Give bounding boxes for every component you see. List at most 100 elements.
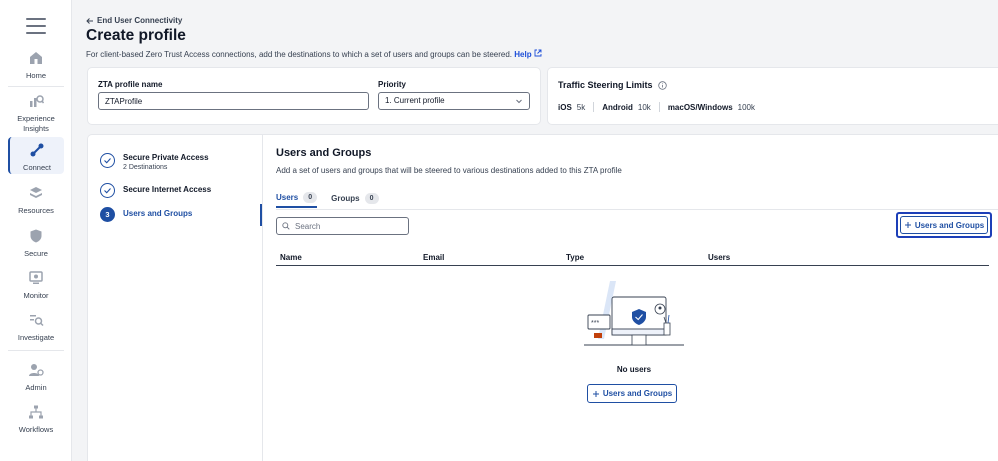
admin-icon xyxy=(29,364,44,376)
search-box xyxy=(276,217,409,235)
limit-value-ios: 5k xyxy=(576,102,586,112)
wizard-stepper: Secure Private Access 2 Destinations Sec… xyxy=(88,135,263,461)
section-subtitle: Add a set of users and groups that will … xyxy=(276,166,622,175)
arrow-left-icon xyxy=(86,17,93,24)
step-title: Users and Groups xyxy=(123,209,193,218)
traffic-steering-title-text: Traffic Steering Limits xyxy=(558,80,653,90)
nav-item-monitor[interactable]: Monitor xyxy=(8,270,64,301)
monitor-icon xyxy=(29,271,43,284)
count-badge: 0 xyxy=(303,192,318,203)
help-link[interactable]: Help xyxy=(514,49,542,59)
nav-label-home: Home xyxy=(25,71,46,80)
breadcrumb-back-link[interactable]: End User Connectivity xyxy=(86,16,182,25)
limit-value-android: 10k xyxy=(637,102,651,112)
limit-os-android: Android xyxy=(602,102,633,112)
column-header-name: Name xyxy=(280,253,302,262)
hamburger-menu-icon[interactable] xyxy=(26,18,46,34)
svg-text:***: *** xyxy=(591,320,599,327)
nav-item-secure[interactable]: Secure xyxy=(8,228,64,259)
resources-icon xyxy=(30,187,42,198)
subtitle-text: For client-based Zero Trust Access conne… xyxy=(86,50,513,59)
investigate-icon xyxy=(30,315,44,327)
step-title: Secure Private Access xyxy=(123,153,209,162)
add-users-groups-button[interactable]: Users and Groups xyxy=(900,216,988,234)
tab-label: Users xyxy=(276,193,299,202)
profile-name-input[interactable] xyxy=(98,92,369,110)
limit-value-macos-windows: 100k xyxy=(737,102,755,112)
nav-item-experience-insights[interactable]: Experience Insights xyxy=(8,93,64,134)
step-secure-private-access[interactable]: Secure Private Access 2 Destinations xyxy=(100,153,209,172)
nav-label-admin: Admin xyxy=(25,383,47,392)
step-complete-check-icon xyxy=(100,153,115,168)
step-number-badge: 3 xyxy=(100,207,115,222)
wizard-card: Secure Private Access 2 Destinations Sec… xyxy=(87,134,998,461)
external-link-icon xyxy=(534,49,542,57)
traffic-steering-title: Traffic Steering Limits xyxy=(558,80,667,90)
priority-label: Priority xyxy=(378,80,407,89)
nav-label-investigate: Investigate xyxy=(17,333,55,342)
workflows-icon xyxy=(29,405,43,419)
plus-icon xyxy=(592,390,599,397)
section-title: Users and Groups xyxy=(276,147,372,159)
active-step-indicator xyxy=(260,204,262,226)
step-complete-check-icon xyxy=(100,183,115,198)
add-users-groups-focus-outline: Users and Groups xyxy=(896,212,992,238)
priority-selected-value: 1. Current profile xyxy=(385,96,445,105)
nav-item-resources[interactable]: Resources xyxy=(8,185,64,216)
step-title: Secure Internet Access xyxy=(123,185,212,194)
limit-divider xyxy=(593,102,595,112)
traffic-limits-row: iOS 5k Android 10k macOS/Windows 100k xyxy=(558,102,755,112)
nav-label-connect: Connect xyxy=(23,163,51,172)
chevron-down-icon xyxy=(516,99,522,104)
info-icon[interactable] xyxy=(657,80,667,90)
nav-item-workflows[interactable]: Workflows xyxy=(8,404,64,435)
count-badge: 0 xyxy=(364,193,379,204)
users-groups-tabs: Users 0 Groups 0 xyxy=(276,192,379,208)
priority-select[interactable]: 1. Current profile xyxy=(378,92,530,110)
nav-label-secure: Secure xyxy=(24,249,48,258)
limit-os-ios: iOS xyxy=(558,102,572,112)
empty-state-add-users-groups-button[interactable]: Users and Groups xyxy=(587,384,677,403)
search-icon xyxy=(282,222,290,230)
tabs-divider xyxy=(276,209,998,210)
breadcrumb-label: End User Connectivity xyxy=(97,16,183,25)
column-header-email: Email xyxy=(423,253,445,262)
limit-os-macos-windows: macOS/Windows xyxy=(667,102,733,112)
connect-icon xyxy=(30,143,44,157)
page-subtitle: For client-based Zero Trust Access conne… xyxy=(86,49,542,59)
empty-state-message: No users xyxy=(616,365,652,374)
nav-divider xyxy=(8,86,64,87)
nav-divider xyxy=(8,350,64,351)
step-secure-internet-access[interactable]: Secure Internet Access xyxy=(100,183,211,198)
tab-groups[interactable]: Groups 0 xyxy=(331,192,379,208)
step-subtitle: 2 Destinations xyxy=(123,164,168,171)
column-header-type: Type xyxy=(566,253,585,262)
button-label: Users and Groups xyxy=(602,389,673,398)
column-header-users: Users xyxy=(708,253,731,262)
nav-label-resources: Resources xyxy=(18,206,54,215)
nav-item-connect[interactable]: Connect xyxy=(8,137,64,174)
traffic-steering-card: Traffic Steering Limits iOS 5k Android 1… xyxy=(547,67,998,125)
limit-divider xyxy=(658,102,660,112)
nav-item-home[interactable]: Home xyxy=(8,50,64,81)
profile-name-label: ZTA profile name xyxy=(98,80,163,89)
search-input[interactable] xyxy=(295,221,395,231)
left-nav: Home Experience Insights Connect Resourc… xyxy=(0,0,72,461)
button-label: Users and Groups xyxy=(914,220,985,230)
table-header: Name Email Type Users xyxy=(276,252,989,266)
page-title: Create profile xyxy=(86,27,186,44)
nav-label-monitor: Monitor xyxy=(23,291,49,300)
tab-users[interactable]: Users 0 xyxy=(276,192,318,208)
tab-label: Groups xyxy=(331,194,360,203)
nav-item-investigate[interactable]: Investigate xyxy=(8,312,64,343)
shield-icon xyxy=(30,229,42,243)
nav-item-admin[interactable]: Admin xyxy=(8,362,64,393)
nav-label-workflows: Workflows xyxy=(18,425,54,434)
insights-icon xyxy=(30,95,44,107)
home-icon xyxy=(30,52,42,64)
empty-state-illustration: *** xyxy=(584,281,684,346)
plus-icon xyxy=(904,222,911,228)
nav-label-experience-insights: Experience Insights xyxy=(17,114,55,133)
profile-settings-card: ZTA profile name Priority 1. Current pro… xyxy=(87,67,541,125)
step-users-and-groups[interactable]: 3 Users and Groups xyxy=(100,207,192,222)
